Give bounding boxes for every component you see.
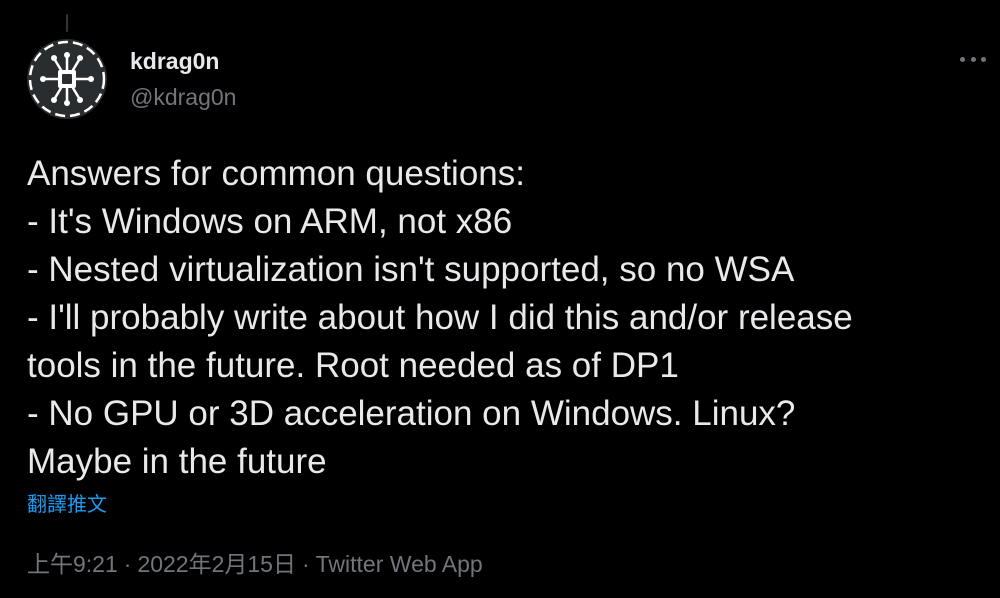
tweet-text-line: - No GPU or 3D acceleration on Windows. … bbox=[27, 394, 796, 433]
tweet-text-line: Maybe in the future bbox=[27, 442, 327, 481]
meta-separator: · bbox=[301, 551, 310, 577]
author-handle[interactable]: @kdrag0n bbox=[130, 84, 236, 111]
meta-separator: · bbox=[123, 551, 132, 577]
tweet-metadata: 上午9:21 · 2022年2月15日 · Twitter Web App bbox=[27, 545, 483, 579]
thread-connector-line bbox=[66, 14, 68, 32]
tweet-text: Answers for common questions: - It's Win… bbox=[27, 150, 987, 486]
more-dot bbox=[981, 56, 986, 62]
more-horizontal-icon[interactable] bbox=[960, 52, 986, 66]
tweet-source-link[interactable]: Twitter Web App bbox=[316, 551, 483, 577]
translate-tweet-link[interactable]: 翻譯推文 bbox=[27, 488, 107, 517]
tweet-text-line: tools in the future. Root needed as of D… bbox=[27, 346, 679, 385]
avatar[interactable] bbox=[27, 39, 107, 119]
more-dot bbox=[960, 56, 965, 62]
tweet-date[interactable]: 2022年2月15日 bbox=[137, 551, 296, 577]
tweet-text-line: Answers for common questions: bbox=[27, 154, 525, 193]
more-dot bbox=[970, 56, 976, 62]
tweet-time[interactable]: 上午9:21 bbox=[27, 551, 118, 577]
tweet-text-line: - It's Windows on ARM, not x86 bbox=[27, 202, 513, 241]
tweet-text-line: - I'll probably write about how I did th… bbox=[27, 298, 853, 337]
tweet-text-line: - Nested virtualization isn't supported,… bbox=[27, 250, 795, 289]
author-display-name[interactable]: kdrag0n bbox=[130, 48, 219, 75]
chip-circuit-icon bbox=[28, 40, 106, 118]
tweet-card: kdrag0n @kdrag0n Answers for common ques… bbox=[0, 0, 1000, 598]
